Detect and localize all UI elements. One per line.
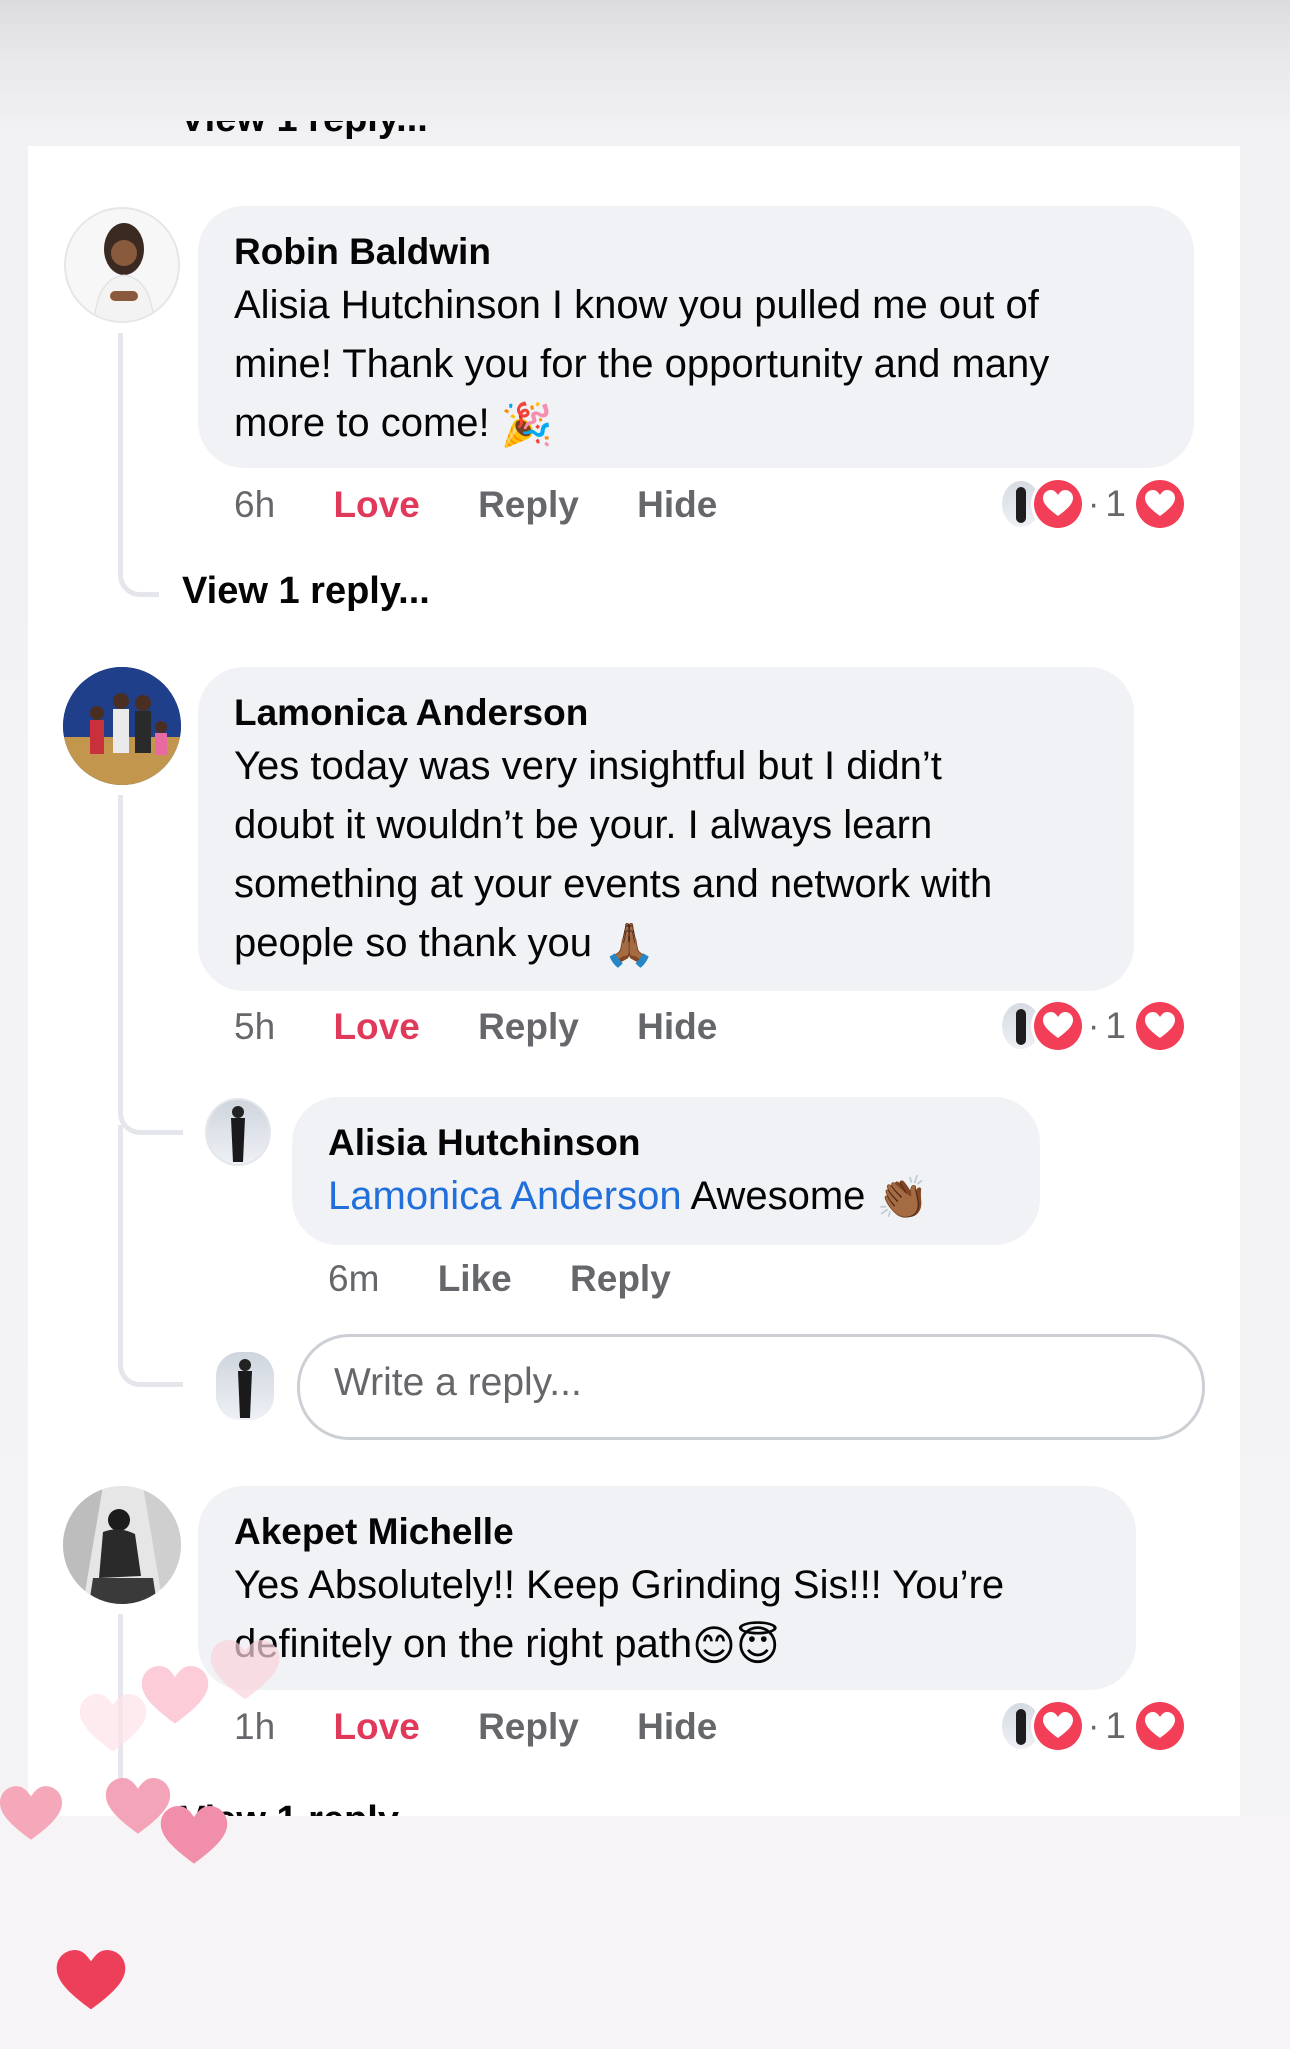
floating-heart-icon xyxy=(0,1786,62,1840)
clapping-hands-emoji: 👏🏾 xyxy=(876,1174,929,1222)
hide-button[interactable]: Hide xyxy=(637,1006,717,1047)
hide-button[interactable]: Hide xyxy=(637,1706,717,1747)
avatar-robin-baldwin[interactable] xyxy=(64,207,180,323)
comment-bubble: Akepet Michelle Yes Absolutely!! Keep Gr… xyxy=(198,1486,1136,1690)
floating-heart-icon xyxy=(160,1806,228,1864)
reaction-count: 1 xyxy=(1105,1705,1126,1746)
floating-heart-icon xyxy=(210,1640,280,1700)
avatar-lamonica-anderson[interactable] xyxy=(63,667,181,785)
comment-time: 5h xyxy=(234,1006,276,1047)
reply-button[interactable]: Reply xyxy=(478,1706,579,1747)
comment-time: 6h xyxy=(234,484,276,525)
praying-hands-emoji: 🙏🏾 xyxy=(603,921,656,969)
heart-icon xyxy=(1034,1702,1082,1750)
reply-actions: 6m Like Reply xyxy=(328,1258,719,1300)
reply-button[interactable]: Reply xyxy=(570,1258,671,1299)
comment-text: Alisia Hutchinson I know you pulled me o… xyxy=(234,283,1050,449)
reaction-summary[interactable]: · 1 xyxy=(1002,1702,1184,1756)
comment-actions: 1h Love Reply Hide xyxy=(234,1706,765,1748)
thread-connector xyxy=(118,540,159,597)
reaction-summary[interactable]: · 1 xyxy=(1002,480,1184,534)
heart-icon xyxy=(1034,1002,1082,1050)
comment-bubble: Robin Baldwin Alisia Hutchinson I know y… xyxy=(198,206,1194,468)
comment-text: Yes today was very insightful but I didn… xyxy=(234,744,993,969)
comment-author[interactable]: Robin Baldwin xyxy=(234,228,1158,276)
reply-input[interactable]: Write a reply... xyxy=(297,1334,1205,1440)
heart-icon xyxy=(1135,480,1184,528)
heart-icon xyxy=(1034,480,1082,528)
comment-actions: 5h Love Reply Hide xyxy=(234,1006,765,1048)
heart-icon xyxy=(1135,1002,1184,1050)
reply-text: Lamonica Anderson Awesome 👏🏾 xyxy=(328,1174,929,1222)
thread-connector xyxy=(118,1300,183,1387)
comment-text: Yes Absolutely!! Keep Grinding Sis!!! Yo… xyxy=(234,1563,1005,1670)
reply-bubble: Alisia Hutchinson Lamonica Anderson Awes… xyxy=(292,1097,1040,1245)
reply-button[interactable]: Reply xyxy=(478,484,579,525)
avatar-alisia-hutchinson[interactable] xyxy=(205,1098,271,1166)
like-button[interactable]: Like xyxy=(438,1258,512,1299)
party-popper-emoji: 🎉 xyxy=(500,401,554,449)
view-replies-link[interactable]: View 1 reply... xyxy=(182,570,430,613)
love-button[interactable]: Love xyxy=(333,1006,419,1047)
comment-author[interactable]: Lamonica Anderson xyxy=(234,689,1098,737)
mention-link[interactable]: Lamonica Anderson xyxy=(328,1174,682,1218)
avatar-akepet-michelle[interactable] xyxy=(63,1486,181,1604)
thread-line xyxy=(118,795,123,1085)
thread-connector xyxy=(118,1070,183,1135)
reply-input-placeholder: Write a reply... xyxy=(334,1361,582,1404)
heart-icon xyxy=(1135,1702,1184,1750)
love-button[interactable]: Love xyxy=(333,1706,419,1747)
floating-heart-icon xyxy=(141,1666,209,1724)
heart-reaction-icon[interactable] xyxy=(56,1950,126,2014)
comment-bubble: Lamonica Anderson Yes today was very ins… xyxy=(198,667,1134,991)
reply-author[interactable]: Alisia Hutchinson xyxy=(328,1119,1004,1167)
comment-time: 1h xyxy=(234,1706,276,1747)
reply-button[interactable]: Reply xyxy=(478,1006,579,1047)
reply-time: 6m xyxy=(328,1258,380,1299)
reaction-count: 1 xyxy=(1105,483,1126,524)
thread-line xyxy=(118,1125,123,1310)
thread-line xyxy=(118,333,123,563)
reaction-count: 1 xyxy=(1105,1005,1126,1046)
reaction-summary[interactable]: · 1 xyxy=(1002,1002,1184,1056)
hide-button[interactable]: Hide xyxy=(637,484,717,525)
comment-author[interactable]: Akepet Michelle xyxy=(234,1508,1100,1556)
comment-actions: 6h Love Reply Hide xyxy=(234,484,765,526)
current-user-avatar xyxy=(216,1352,274,1420)
smiling-face-emoji: 😊😇 xyxy=(692,1622,780,1670)
floating-heart-icon xyxy=(79,1694,147,1752)
love-button[interactable]: Love xyxy=(333,484,419,525)
view-replies-link-cut-top[interactable]: View 1 reply... xyxy=(180,121,428,153)
